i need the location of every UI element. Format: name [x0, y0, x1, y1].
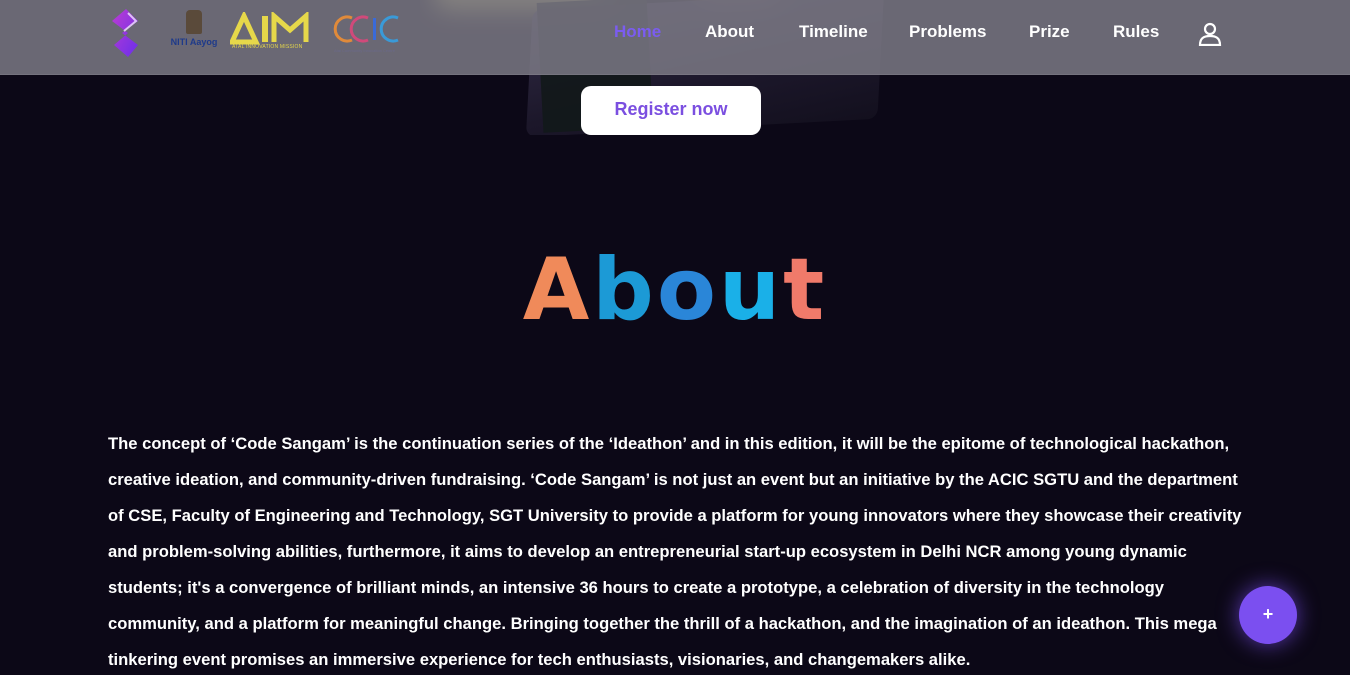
- page: NITI Aayog ATAL INNOVATION MISSION Atal …: [0, 0, 1350, 675]
- about-title-letter: A: [522, 240, 593, 340]
- floating-action-button[interactable]: +: [1239, 586, 1297, 644]
- about-title-letter: t: [783, 240, 828, 340]
- user-icon[interactable]: [1198, 22, 1222, 47]
- acic-logo: Atal Community Innovation Centre: [332, 10, 404, 54]
- niti-aayog-label: NITI Aayog: [170, 37, 218, 47]
- about-title-letter: o: [656, 240, 719, 340]
- acic-subtitle: Atal Community Innovation Centre: [334, 48, 395, 53]
- code-sangam-logo-icon: [112, 9, 138, 57]
- aim-logo: ATAL INNOVATION MISSION: [228, 10, 314, 54]
- register-now-button[interactable]: Register now: [581, 86, 761, 135]
- site-header: NITI Aayog ATAL INNOVATION MISSION Atal …: [0, 0, 1350, 75]
- aim-subtitle: ATAL INNOVATION MISSION: [232, 44, 303, 50]
- nav-about[interactable]: About: [705, 22, 754, 42]
- code-sangam-logo[interactable]: [108, 7, 146, 59]
- emblem-icon: [186, 10, 202, 34]
- nav-home[interactable]: Home: [614, 22, 661, 42]
- acic-logo-icon: [333, 15, 399, 43]
- nav-timeline[interactable]: Timeline: [799, 22, 868, 42]
- about-description: The concept of ‘Code Sangam’ is the cont…: [108, 434, 1242, 669]
- about-heading: About: [0, 240, 1350, 340]
- aim-logo-icon: [228, 10, 309, 45]
- nav-prize[interactable]: Prize: [1029, 22, 1070, 42]
- nav-rules[interactable]: Rules: [1113, 22, 1159, 42]
- nav-problems[interactable]: Problems: [909, 22, 986, 42]
- about-title-letter: b: [592, 240, 657, 340]
- user-icon-glyph: [1198, 22, 1222, 47]
- niti-aayog-logo: NITI Aayog: [170, 10, 218, 54]
- about-title-letter: u: [718, 240, 784, 340]
